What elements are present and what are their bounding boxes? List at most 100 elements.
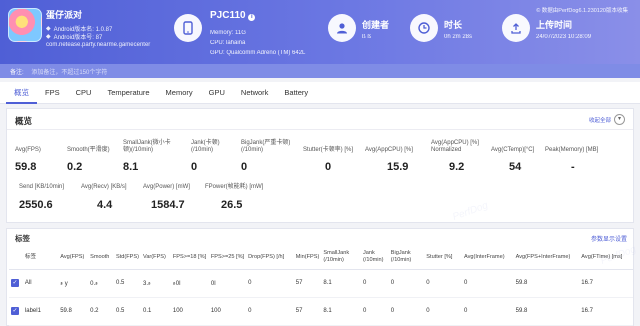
table-cell: ا0ء bbox=[170, 269, 209, 298]
tab-network[interactable]: Network bbox=[233, 82, 277, 104]
perfdog-version: © 数据由PerfDog6.1.230120版本收集 bbox=[536, 8, 628, 14]
table-cell: 0.2 bbox=[88, 297, 114, 326]
android-icon: ◆ bbox=[46, 34, 51, 40]
note-bar[interactable]: 备注: 添加备注，不超过150个字符 bbox=[0, 64, 640, 78]
column-header[interactable]: Avg(InterFrame) bbox=[461, 245, 514, 270]
divider bbox=[7, 129, 633, 130]
display-settings-link[interactable]: 参数显示设置 bbox=[591, 234, 627, 243]
column-header[interactable]: Drop(FPS) [/h] bbox=[246, 245, 294, 270]
table-cell: 8.1 bbox=[321, 269, 361, 298]
metric-stutter: Stutter(卡顿率) [%] 0 bbox=[303, 147, 354, 173]
column-header[interactable]: Smooth bbox=[88, 245, 114, 270]
labels-section: 标签 参数显示设置 标签 Avg(FPS) Smooth Std(FPS) Va… bbox=[6, 228, 634, 326]
table-cell: 0 bbox=[388, 297, 425, 326]
metric-fpower: FPower(帧能耗) [mW] 26.5 bbox=[205, 184, 264, 211]
labels-table: 标签 Avg(FPS) Smooth Std(FPS) Var(FPS) FPS… bbox=[9, 245, 633, 326]
column-header[interactable]: FPS>=25 [%] bbox=[208, 245, 247, 270]
column-header[interactable]: Avg(FPS+InterFrame) bbox=[513, 245, 580, 270]
chevron-down-icon[interactable]: ▾ bbox=[614, 114, 625, 125]
metric-avg-ctemp: Avg(CTemp)[°C] 54 bbox=[491, 147, 535, 173]
metric-smooth: Smooth(平滑度) 0.2 bbox=[67, 147, 110, 173]
android-icon: ◆ bbox=[46, 26, 51, 32]
table-cell: 59.8 bbox=[513, 269, 580, 298]
table-cell: 0 bbox=[360, 269, 389, 298]
table-cell: All bbox=[22, 269, 59, 298]
table-cell: 0 bbox=[388, 269, 425, 298]
overview-title: 概览 bbox=[15, 116, 33, 126]
table-row[interactable]: ✓ label1 59.8 0.2 0.5 0.1 100 100 0 57 8… bbox=[9, 297, 633, 326]
table-cell: 0.1 bbox=[141, 297, 171, 326]
device-gpu: GPU: Qualcomm Adreno (TM) 642L bbox=[210, 50, 306, 56]
upload-label: 上传时间 bbox=[536, 20, 573, 30]
column-header[interactable]: Var(FPS) bbox=[141, 245, 171, 270]
duration-label: 时长 bbox=[444, 20, 463, 30]
column-header[interactable]: Stutter [%] bbox=[424, 245, 462, 270]
metric-peak-memory: Peak(Memory) [MB] - bbox=[545, 147, 599, 173]
creator-label: 创建者 bbox=[362, 20, 390, 30]
column-header[interactable]: BigJank (/10min) bbox=[388, 245, 425, 270]
labels-title: 标签 bbox=[15, 234, 30, 243]
table-cell: 0 bbox=[424, 297, 462, 326]
table-cell: 0 bbox=[246, 269, 294, 298]
tab-memory[interactable]: Memory bbox=[158, 82, 201, 104]
column-header[interactable]: Std(FPS) bbox=[113, 245, 141, 270]
tab-cpu[interactable]: CPU bbox=[68, 82, 100, 104]
metric-jank: Jank(卡顿)(/10min) 0 bbox=[191, 140, 220, 173]
metric-avg-recv: Avg(Recv) [KB/s] 4.4 bbox=[81, 184, 127, 211]
table-cell: 59.8 bbox=[513, 297, 580, 326]
duration-value: 0h 2m 28s bbox=[444, 34, 473, 40]
table-cell: 57 bbox=[293, 269, 322, 298]
table-cell: 0 bbox=[461, 269, 514, 298]
android-version-code: ◆ Android版本号: 87 bbox=[46, 34, 103, 41]
package-name: com.netease.party.nearme.gamecenter bbox=[46, 42, 151, 48]
metric-big-jank: BigJank(严重卡顿)(/10min) 0 bbox=[241, 140, 291, 173]
table-cell: 57 bbox=[293, 297, 322, 326]
column-header[interactable]: Avg(FPS) bbox=[58, 245, 89, 270]
table-cell: label1 bbox=[22, 297, 59, 326]
table-row[interactable]: ✓ All ء y 0.ء 0.5 ء.3 ا0ء ا0 0 57 8.1 0 … bbox=[9, 269, 633, 298]
column-header[interactable]: 标签 bbox=[22, 245, 59, 270]
user-icon bbox=[328, 14, 356, 42]
table-cell: ء y bbox=[58, 269, 89, 298]
metric-avg-power: Avg(Power) [mW] 1584.7 bbox=[143, 184, 190, 211]
metric-send: Send [KB/10min] 2550.6 bbox=[19, 184, 65, 211]
tab-overview[interactable]: 概览 bbox=[6, 82, 37, 104]
table-cell: 16.7 bbox=[579, 269, 633, 298]
column-header[interactable]: Jank (/10min) bbox=[360, 245, 389, 270]
metric-avg-fps: Avg(FPS) 59.8 bbox=[15, 147, 41, 173]
tab-battery[interactable]: Battery bbox=[276, 82, 316, 104]
tab-fps[interactable]: FPS bbox=[37, 82, 68, 104]
row-checkbox[interactable]: ✓ bbox=[11, 279, 19, 287]
info-icon[interactable]: i bbox=[248, 14, 256, 21]
table-cell: ا0 bbox=[208, 269, 247, 298]
table-cell: 0.ء bbox=[88, 269, 114, 298]
table-cell: 0.5 bbox=[113, 297, 141, 326]
table-header-row: 标签 Avg(FPS) Smooth Std(FPS) Var(FPS) FPS… bbox=[9, 245, 633, 270]
metric-avg-app-cpu-normalized: Avg(AppCPU) [%] Normalized 9.2 bbox=[431, 140, 479, 173]
overview-panel: 概览 收起全部 ▾ Avg(FPS) 59.8 Smooth(平滑度) 0.2 … bbox=[6, 108, 634, 223]
column-header[interactable]: Min(FPS) bbox=[293, 245, 322, 270]
tab-temperature[interactable]: Temperature bbox=[99, 82, 157, 104]
upload-icon bbox=[502, 14, 530, 42]
table-cell: 0.5 bbox=[113, 269, 141, 298]
phone-icon bbox=[174, 14, 202, 42]
table-cell: 0 bbox=[360, 297, 389, 326]
table-cell: 0 bbox=[424, 269, 462, 298]
upload-value: 24/07/2023 10:28:09 bbox=[536, 34, 592, 40]
table-cell: 59.8 bbox=[58, 297, 89, 326]
collapse-all-link[interactable]: 收起全部 bbox=[589, 116, 611, 124]
app-name: 蛋仔派对 bbox=[46, 10, 83, 20]
column-header[interactable]: SmallJank (/10min) bbox=[321, 245, 361, 270]
tab-gpu[interactable]: GPU bbox=[201, 82, 233, 104]
metric-small-jank: SmallJank(微小卡顿)(/10min) 8.1 bbox=[123, 140, 171, 173]
device-name: PJC110 i bbox=[210, 10, 256, 21]
table-cell: 0 bbox=[246, 297, 294, 326]
metric-avg-app-cpu: Avg(AppCPU) [%] 15.9 bbox=[365, 147, 413, 173]
row-checkbox[interactable]: ✓ bbox=[11, 307, 19, 315]
note-input[interactable]: 添加备注，不超过150个字符 bbox=[31, 70, 107, 76]
device-cpu: CPU: lahaina bbox=[210, 40, 246, 46]
app-icon bbox=[8, 8, 42, 42]
column-header[interactable]: FPS>=18 [%] bbox=[170, 245, 209, 270]
header-checkbox-cell bbox=[9, 245, 23, 270]
clock-icon bbox=[410, 14, 438, 42]
